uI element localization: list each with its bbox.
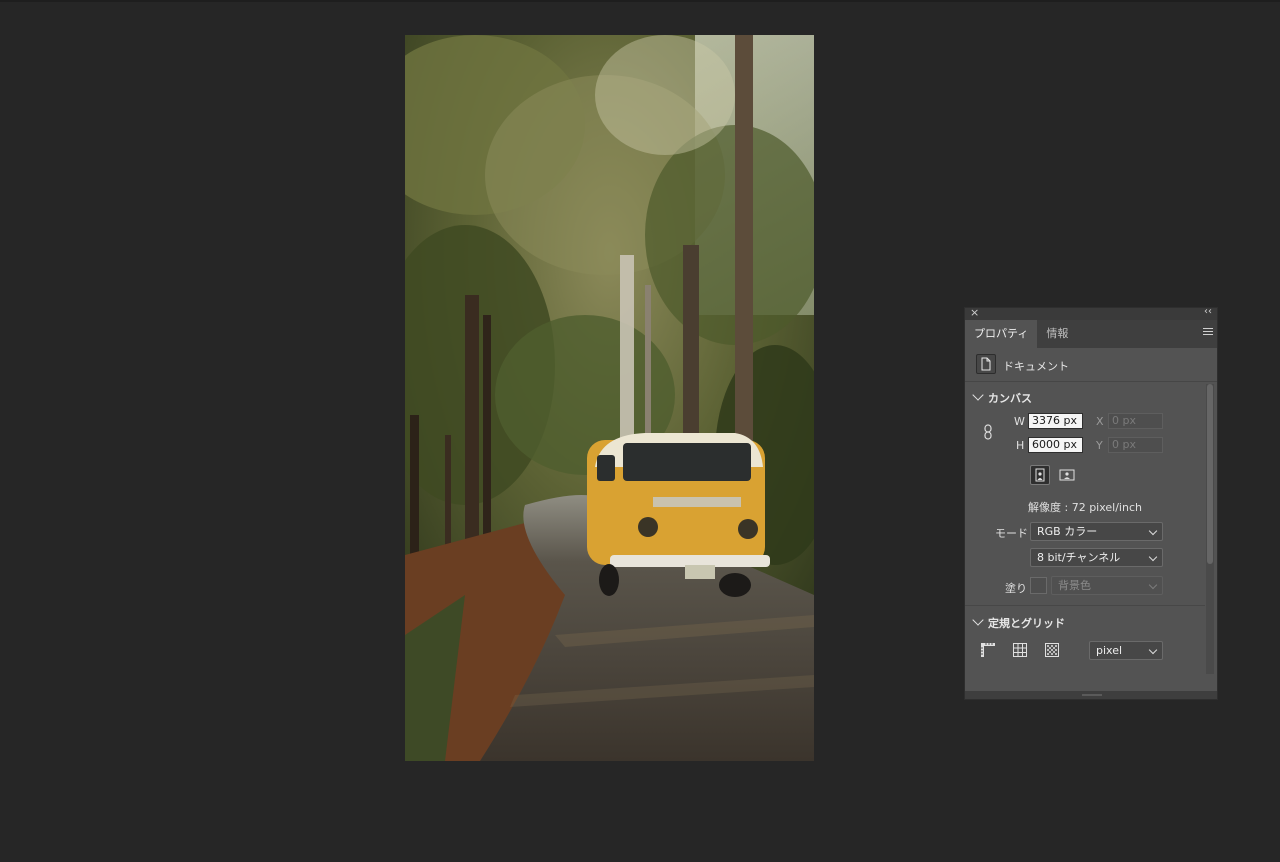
document-canvas[interactable] bbox=[405, 35, 814, 761]
tab-properties[interactable]: プロパティ bbox=[965, 320, 1038, 348]
ruler-icon[interactable] bbox=[980, 642, 996, 658]
document-label: ドキュメント bbox=[1003, 360, 1069, 373]
canvas-section-header[interactable]: カンバス bbox=[972, 389, 1032, 406]
panel-collapse-button[interactable]: ‹‹ bbox=[1204, 306, 1212, 317]
width-field[interactable]: 3376 px bbox=[1028, 413, 1083, 429]
rulers-section-header[interactable]: 定規とグリッド bbox=[972, 614, 1065, 631]
portrait-icon bbox=[1035, 468, 1045, 482]
properties-panel: × ‹‹ プロパティ 情報 ドキュメント カンバス W 3376 px X 0 … bbox=[964, 306, 1218, 700]
bit-depth-value: 8 bit/チャンネル bbox=[1037, 551, 1121, 564]
pixel-grid-icon[interactable] bbox=[1044, 642, 1060, 658]
grid-icon[interactable] bbox=[1012, 642, 1028, 658]
x-field[interactable]: 0 px bbox=[1108, 413, 1163, 429]
y-field[interactable]: 0 px bbox=[1108, 437, 1163, 453]
scrollbar-thumb[interactable] bbox=[1207, 384, 1213, 564]
panel-scrollbar[interactable] bbox=[1206, 384, 1214, 674]
fill-label: 塗り bbox=[1005, 582, 1027, 595]
height-label: H bbox=[1016, 439, 1025, 452]
y-label: Y bbox=[1096, 439, 1103, 452]
x-label: X bbox=[1096, 415, 1104, 428]
resolution-text: 解像度 : 72 pixel/inch bbox=[1028, 501, 1142, 514]
panel-resize-handle[interactable] bbox=[965, 691, 1217, 699]
mode-select[interactable]: RGB カラー bbox=[1030, 522, 1163, 541]
fill-color-swatch[interactable] bbox=[1030, 577, 1047, 594]
landscape-icon bbox=[1059, 469, 1075, 481]
app-top-edge bbox=[0, 0, 1280, 2]
fill-select-value: 背景色 bbox=[1058, 579, 1091, 592]
link-icon[interactable] bbox=[982, 424, 994, 440]
width-label: W bbox=[1014, 415, 1025, 428]
chevron-down-icon bbox=[972, 614, 984, 626]
bit-depth-select[interactable]: 8 bit/チャンネル bbox=[1030, 548, 1163, 567]
document-icon bbox=[976, 354, 996, 374]
panel-tabs: プロパティ 情報 bbox=[965, 320, 1217, 348]
fill-select[interactable]: 背景色 bbox=[1051, 576, 1163, 595]
chevron-down-icon bbox=[1148, 645, 1158, 655]
landscape-orientation-button[interactable] bbox=[1057, 465, 1077, 485]
chevron-down-icon bbox=[1148, 526, 1158, 536]
panel-close-button[interactable]: × bbox=[970, 306, 979, 319]
mode-label: モード bbox=[995, 527, 1028, 540]
mode-select-value: RGB カラー bbox=[1037, 525, 1098, 538]
rulers-section-title: 定規とグリッド bbox=[988, 617, 1065, 630]
section-divider bbox=[965, 605, 1205, 606]
canvas-image bbox=[405, 35, 814, 761]
ruler-unit-select[interactable]: pixel bbox=[1089, 641, 1163, 660]
panel-title-bar: × ‹‹ bbox=[965, 306, 1217, 320]
ruler-unit-value: pixel bbox=[1096, 644, 1123, 657]
chevron-down-icon bbox=[972, 389, 984, 401]
hamburger-menu-icon[interactable] bbox=[1203, 328, 1213, 337]
document-row: ドキュメント bbox=[965, 348, 1217, 382]
canvas-section-title: カンバス bbox=[988, 392, 1032, 405]
portrait-orientation-button[interactable] bbox=[1030, 465, 1050, 485]
height-field[interactable]: 6000 px bbox=[1028, 437, 1083, 453]
tab-info[interactable]: 情報 bbox=[1037, 320, 1077, 348]
chevron-down-icon bbox=[1148, 552, 1158, 562]
chevron-down-icon bbox=[1148, 580, 1158, 590]
